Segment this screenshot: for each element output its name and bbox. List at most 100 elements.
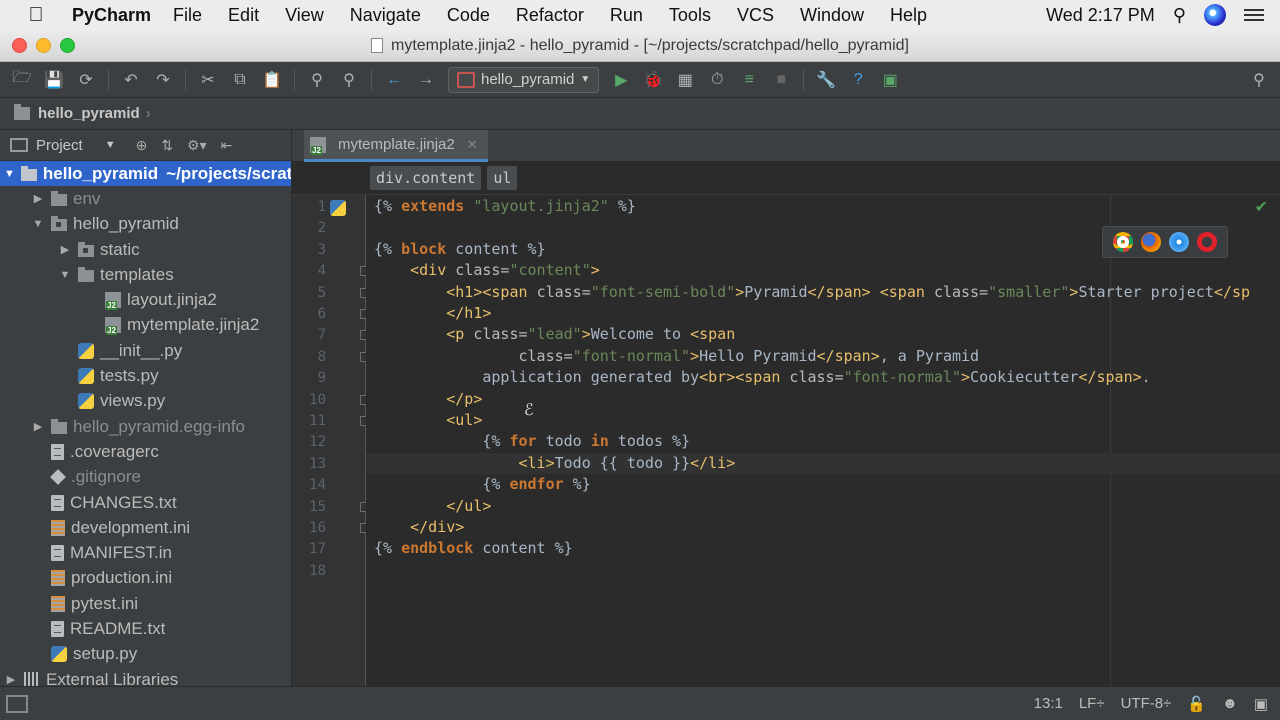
collapsed-arrow-icon[interactable]: ▶ — [31, 192, 45, 205]
tree-item[interactable]: layout.jinja2 — [0, 287, 291, 312]
search-everywhere-icon[interactable]: ⚲ — [1246, 67, 1272, 93]
save-all-icon[interactable]: 💾 — [41, 67, 67, 93]
caret-position[interactable]: 13:1 — [1034, 695, 1063, 712]
profile-icon[interactable]: ⏱ — [704, 67, 730, 93]
chrome-icon[interactable] — [1113, 232, 1133, 252]
code-line[interactable]: </div> — [374, 518, 464, 536]
find-icon[interactable]: ⚲ — [304, 67, 330, 93]
tree-item[interactable]: views.py — [0, 389, 291, 414]
crumb-ul[interactable]: ul — [487, 166, 518, 190]
firefox-icon[interactable] — [1141, 232, 1161, 252]
menu-refactor[interactable]: Refactor — [516, 5, 584, 26]
tree-item[interactable]: CHANGES.txt — [0, 490, 291, 515]
copy-icon[interactable]: ⧉ — [227, 67, 253, 93]
hide-panel-icon[interactable]: ⇤ — [221, 137, 233, 154]
paste-icon[interactable]: 📋 — [259, 67, 285, 93]
file-encoding[interactable]: UTF-8÷ — [1121, 695, 1172, 712]
settings-wrench-icon[interactable]: 🔧 — [813, 67, 839, 93]
menu-help[interactable]: Help — [890, 5, 927, 26]
code-line[interactable]: <p class="lead">Welcome to <span — [374, 325, 735, 343]
expanded-arrow-icon[interactable]: ▼ — [31, 218, 45, 230]
collapsed-arrow-icon[interactable]: ▶ — [4, 673, 18, 686]
menu-code[interactable]: Code — [447, 5, 490, 26]
breadcrumb-project[interactable]: hello_pyramid — [38, 105, 140, 122]
concurrency-icon[interactable]: ≡ — [736, 67, 762, 93]
line-separator[interactable]: LF÷ — [1079, 695, 1105, 712]
menu-edit[interactable]: Edit — [228, 5, 259, 26]
menu-file[interactable]: File — [173, 5, 202, 26]
notification-center-icon[interactable] — [1244, 9, 1264, 21]
replace-icon[interactable]: ⚲ — [336, 67, 362, 93]
collapsed-arrow-icon[interactable]: ▶ — [31, 420, 45, 433]
apple-icon[interactable]:  — [0, 4, 72, 27]
tree-item[interactable]: setup.py — [0, 642, 291, 667]
code-line[interactable]: </h1> — [374, 304, 491, 322]
tree-item[interactable]: .coveragerc — [0, 439, 291, 464]
coverage-icon[interactable]: ▦ — [672, 67, 698, 93]
menu-window[interactable]: Window — [800, 5, 864, 26]
tree-item[interactable]: README.txt — [0, 616, 291, 641]
tree-item[interactable]: __init__.py — [0, 338, 291, 363]
tree-item[interactable]: ▶ hello_pyramid.egg-info — [0, 414, 291, 439]
menu-tools[interactable]: Tools — [669, 5, 711, 26]
spotlight-search-icon[interactable]: ⚲ — [1173, 5, 1186, 26]
close-tab-icon[interactable]: ✕ — [467, 137, 478, 153]
lock-icon[interactable]: 🔓 — [1187, 695, 1206, 713]
tree-item[interactable]: tests.py — [0, 363, 291, 388]
forward-arrow-icon[interactable]: → — [413, 67, 439, 93]
menu-vcs[interactable]: VCS — [737, 5, 774, 26]
collapsed-arrow-icon[interactable]: ▶ — [58, 243, 72, 256]
back-arrow-icon[interactable]: ← — [381, 67, 407, 93]
hector-inspector-icon[interactable]: ☻ — [1222, 695, 1238, 712]
clock[interactable]: Wed 2:17 PM — [1046, 5, 1155, 26]
menu-navigate[interactable]: Navigate — [350, 5, 421, 26]
code-line[interactable]: {% endfor %} — [374, 475, 590, 493]
debug-icon[interactable]: 🐞 — [640, 67, 666, 93]
open-folder-icon[interactable]: 🗁 — [9, 67, 35, 93]
expanded-arrow-icon[interactable]: ▼ — [4, 168, 15, 180]
code-line[interactable]: {% for todo in todos %} — [374, 432, 690, 450]
opera-icon[interactable] — [1197, 232, 1217, 252]
inspection-ok-icon[interactable]: ✔ — [1255, 197, 1268, 217]
tree-item[interactable]: ▼ hello_pyramid — [0, 212, 291, 237]
menu-run[interactable]: Run — [610, 5, 643, 26]
redo-icon[interactable]: ↷ — [150, 67, 176, 93]
collapse-all-icon[interactable]: ⇅ — [161, 137, 173, 154]
tree-item[interactable]: ▼ hello_pyramid ~/projects/scratchpad/hell… — [0, 161, 291, 187]
tree-item[interactable]: MANIFEST.in — [0, 540, 291, 565]
event-log-icon[interactable]: ▣ — [877, 67, 903, 93]
code-editor[interactable]: {% extends "layout.jinja2" %} {% block co… — [366, 195, 1280, 686]
code-line[interactable]: <div class="content"> — [374, 261, 600, 279]
expanded-arrow-icon[interactable]: ▼ — [58, 269, 72, 281]
code-line[interactable]: <h1><span class="font-semi-bold">Pyramid… — [374, 283, 1250, 301]
code-line[interactable]: <li>Todo {{ todo }}</li> — [374, 454, 736, 472]
tree-item[interactable]: ▶ env — [0, 186, 291, 211]
gear-icon[interactable]: ⚙▾ — [187, 137, 207, 154]
run-icon[interactable]: ▶ — [608, 67, 634, 93]
scroll-from-source-icon[interactable]: ⊕ — [136, 137, 148, 154]
tree-item[interactable]: production.ini — [0, 566, 291, 591]
code-line[interactable]: <ul> — [374, 411, 482, 429]
code-line[interactable]: </p> — [374, 390, 482, 408]
python-run-gutter-icon[interactable] — [330, 200, 346, 216]
tree-item[interactable]: development.ini — [0, 515, 291, 540]
siri-icon[interactable] — [1204, 4, 1226, 26]
crumb-div-content[interactable]: div.content — [370, 166, 482, 190]
app-menu-pycharm[interactable]: PyCharm — [72, 5, 151, 26]
run-configuration-select[interactable]: hello_pyramid ▼ — [448, 66, 600, 93]
code-line[interactable]: {% extends "layout.jinja2" %} — [374, 197, 636, 215]
stop-icon[interactable]: ■ — [768, 67, 794, 93]
tree-item[interactable]: mytemplate.jinja2 — [0, 313, 291, 338]
maximize-window-button[interactable] — [60, 38, 75, 53]
tree-item[interactable]: ▼ templates — [0, 262, 291, 287]
chevron-down-icon[interactable]: ▼ — [105, 139, 116, 151]
help-icon[interactable]: ? — [845, 67, 871, 93]
safari-icon[interactable] — [1169, 232, 1189, 252]
tool-windows-toggle-icon[interactable] — [6, 694, 28, 713]
project-view-select[interactable]: Project — [36, 137, 83, 154]
code-line[interactable]: application generated by<br><span class=… — [374, 368, 1150, 386]
minimize-window-button[interactable] — [36, 38, 51, 53]
sync-icon[interactable]: ⟳ — [73, 67, 99, 93]
code-line[interactable]: {% endblock content %} — [374, 539, 573, 557]
close-window-button[interactable] — [12, 38, 27, 53]
